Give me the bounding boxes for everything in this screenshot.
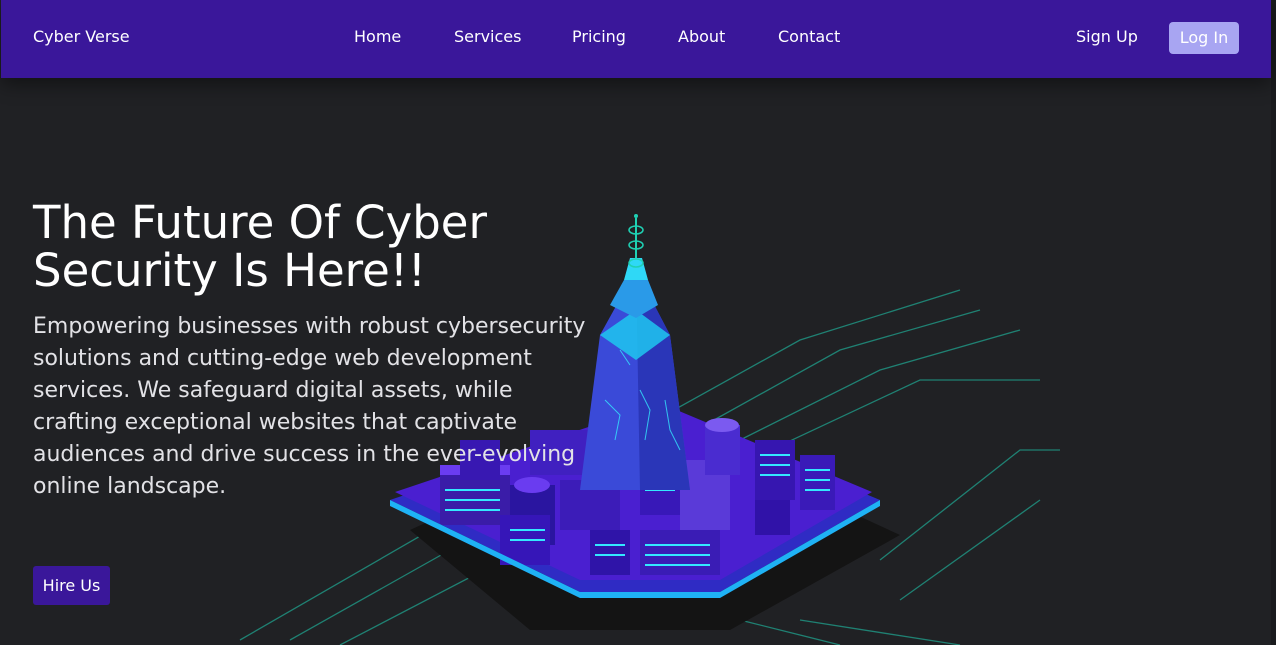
hero-title: The Future Of Cyber Security Is Here!! [33,196,487,297]
nav-about[interactable]: About [678,27,725,46]
hire-us-button[interactable]: Hire Us [33,566,110,605]
nav-contact[interactable]: Contact [778,27,840,46]
top-navbar: Cyber Verse Home Services Pricing About … [1,0,1271,78]
page-right-edge [1271,0,1276,645]
central-tower [580,214,690,490]
nav-home[interactable]: Home [354,27,401,46]
hero-description: Empowering businesses with robust cybers… [33,314,586,499]
log-in-button[interactable]: Log In [1169,22,1239,54]
nav-services[interactable]: Services [454,27,521,46]
nav-pricing[interactable]: Pricing [572,27,626,46]
brand-logo-text[interactable]: Cyber Verse [33,27,130,46]
sign-up-link[interactable]: Sign Up [1076,27,1138,46]
